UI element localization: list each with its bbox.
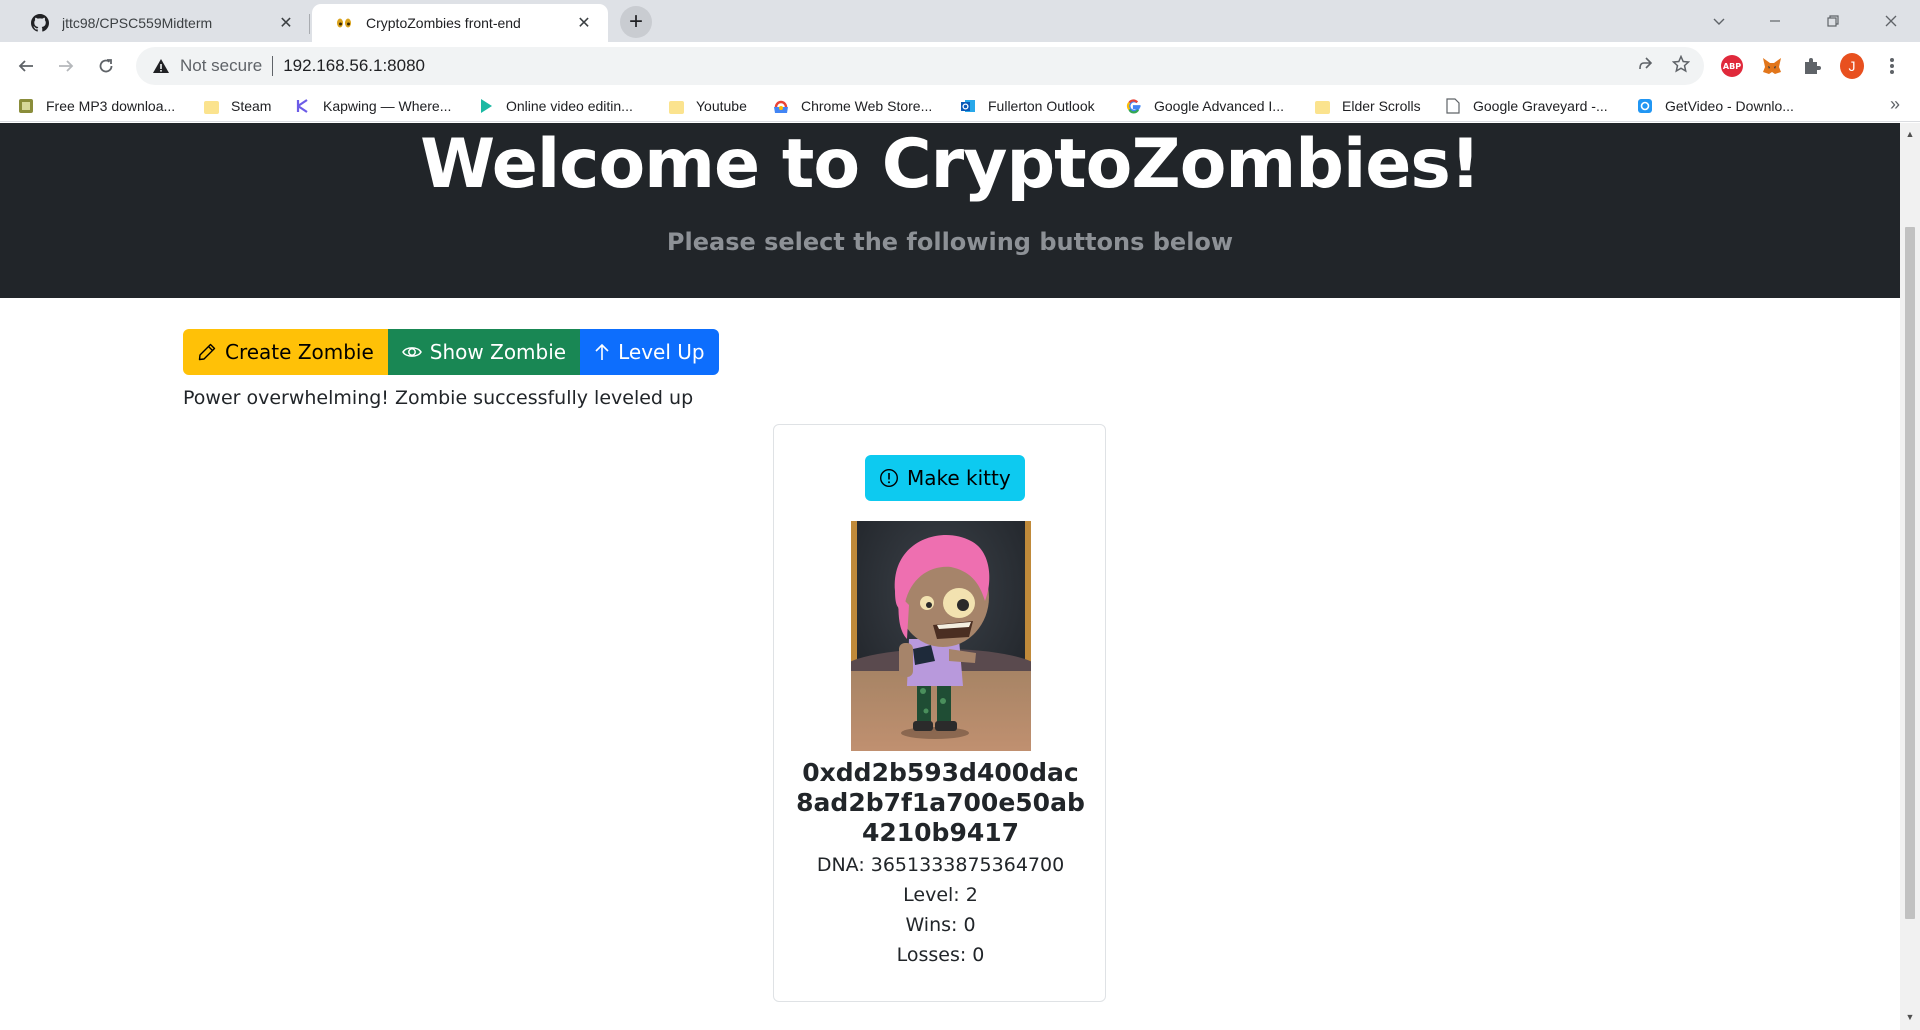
bookmark-label: Google Graveyard -... [1473,98,1608,114]
folder-icon [668,98,684,114]
new-tab-button[interactable]: + [620,6,652,38]
page-title: Welcome to CryptoZombies! [420,125,1481,204]
page-scrollbar[interactable]: ▲ ▼ [1900,123,1920,1030]
address-bar[interactable]: Not secure 192.168.56.1:8080 [136,47,1704,85]
bookmark-star-icon[interactable] [1671,54,1691,79]
bookmark-label: Free MP3 downloa... [46,98,176,114]
bookmark-getvideo[interactable]: GetVideo - Downlo... [1637,95,1794,117]
bookmark-label: Online video editin... [506,98,633,114]
divider [272,56,274,76]
tab-title: CryptoZombies front-end [366,15,521,31]
bookmark-online-video[interactable]: Online video editin... [478,95,633,117]
bookmark-kapwing[interactable]: Kapwing — Where... [295,95,451,117]
create-zombie-button[interactable]: Create Zombie [183,329,388,375]
bookmark-label: Elder Scrolls [1342,98,1421,114]
bookmark-label: Steam [231,98,272,114]
kapwing-icon [295,98,311,114]
zombie-card: Make kitty 0xdd2b593d400dac8ad2b7f1a700e… [773,424,1106,1002]
bookmark-google-graveyard[interactable]: Google Graveyard -... [1445,95,1608,117]
reload-icon[interactable] [90,50,122,82]
browser-toolbar: Not secure 192.168.56.1:8080 ABP J [0,42,1920,90]
page-icon [1445,98,1461,114]
forward-icon[interactable] [50,50,82,82]
mp3-icon [18,98,34,114]
tab-github[interactable]: jttc98/CPSC559Midterm ✕ [8,4,310,42]
kebab-menu-icon[interactable] [1880,54,1904,78]
webstore-icon [773,98,789,114]
scroll-down-arrow-icon[interactable]: ▼ [1905,1012,1915,1022]
bookmark-free-mp3[interactable]: Free MP3 downloa... [18,95,175,117]
play-icon [478,98,494,114]
extensions-puzzle-icon[interactable] [1800,54,1824,78]
zombie-eyes-icon [334,13,354,33]
github-icon [30,13,50,33]
scroll-thumb[interactable] [1905,227,1915,919]
bookmark-label: Fullerton Outlook [988,98,1095,114]
action-button-group: Create Zombie Show Zombie Level Up [183,329,719,375]
pencil-icon [197,342,217,362]
page-subtitle: Please select the following buttons belo… [666,228,1234,256]
close-window-icon[interactable] [1878,8,1904,34]
scroll-up-arrow-icon[interactable]: ▲ [1905,129,1915,139]
tab-cryptozombies[interactable]: CryptoZombies front-end ✕ [312,4,608,42]
tab-strip: jttc98/CPSC559Midterm ✕ CryptoZombies fr… [0,0,1920,42]
close-icon[interactable]: ✕ [276,13,296,33]
tab-search-icon[interactable] [1706,8,1732,34]
security-label[interactable]: Not secure [180,56,262,76]
bookmark-label: Chrome Web Store... [801,98,933,114]
page-viewport: Welcome to CryptoZombies! Please select … [0,123,1900,1030]
folder-icon [203,98,219,114]
share-icon[interactable] [1636,55,1654,79]
bookmark-label: Kapwing — Where... [323,98,452,114]
bookmark-youtube[interactable]: Youtube [668,95,747,117]
zombie-level: Level: 2 [903,884,978,906]
metamask-fox-icon[interactable] [1760,54,1784,78]
level-up-label: Level Up [618,340,705,364]
bookmark-elder-scrolls[interactable]: Elder Scrolls [1314,95,1421,117]
chevron-more-icon[interactable]: » [1890,94,1900,115]
zombie-losses: Losses: 0 [896,944,985,966]
create-zombie-label: Create Zombie [225,340,374,364]
minimize-icon[interactable] [1762,8,1788,34]
make-kitty-label: Make kitty [907,466,1011,490]
google-icon [1126,98,1142,114]
hero-banner: Welcome to CryptoZombies! Please select … [0,123,1900,298]
bookmark-label: GetVideo - Downlo... [1665,98,1794,114]
status-message: Power overwhelming! Zombie successfully … [183,387,694,409]
back-icon[interactable] [10,50,42,82]
level-up-button[interactable]: Level Up [580,329,719,375]
zombie-image [851,521,1031,751]
bookmark-label: Google Advanced I... [1154,98,1284,114]
zombie-wins: Wins: 0 [905,914,976,936]
bookmark-steam[interactable]: Steam [203,95,271,117]
outlook-icon [960,98,976,114]
show-zombie-button[interactable]: Show Zombie [387,329,581,375]
folder-icon [1314,98,1330,114]
make-kitty-button[interactable]: Make kitty [865,455,1025,501]
zombie-dna: DNA: 3651333875364700 [816,854,1065,876]
getvideo-icon [1637,98,1653,114]
url-text[interactable]: 192.168.56.1:8080 [283,56,425,76]
bookmark-google-advanced[interactable]: Google Advanced I... [1126,95,1284,117]
exclamation-circle-icon [879,468,899,488]
warning-icon [153,59,169,73]
close-icon[interactable]: ✕ [574,13,594,33]
arrow-up-icon [594,342,610,362]
zombie-name: 0xdd2b593d400dac8ad2b7f1a700e50ab4210b94… [796,758,1085,847]
tab-divider [309,14,310,34]
restore-icon[interactable] [1820,8,1846,34]
bookmark-label: Youtube [696,98,747,114]
bookmark-chrome-web-store[interactable]: Chrome Web Store... [773,95,932,117]
bookmark-fullerton-outlook[interactable]: Fullerton Outlook [960,95,1095,117]
eye-icon [401,342,422,362]
show-zombie-label: Show Zombie [429,340,567,364]
profile-avatar[interactable]: J [1840,53,1864,79]
tab-title: jttc98/CPSC559Midterm [62,15,213,31]
bookmarks-bar: Free MP3 downloa... Steam Kapwing — Wher… [0,90,1920,122]
adblock-plus-icon[interactable]: ABP [1720,54,1744,78]
